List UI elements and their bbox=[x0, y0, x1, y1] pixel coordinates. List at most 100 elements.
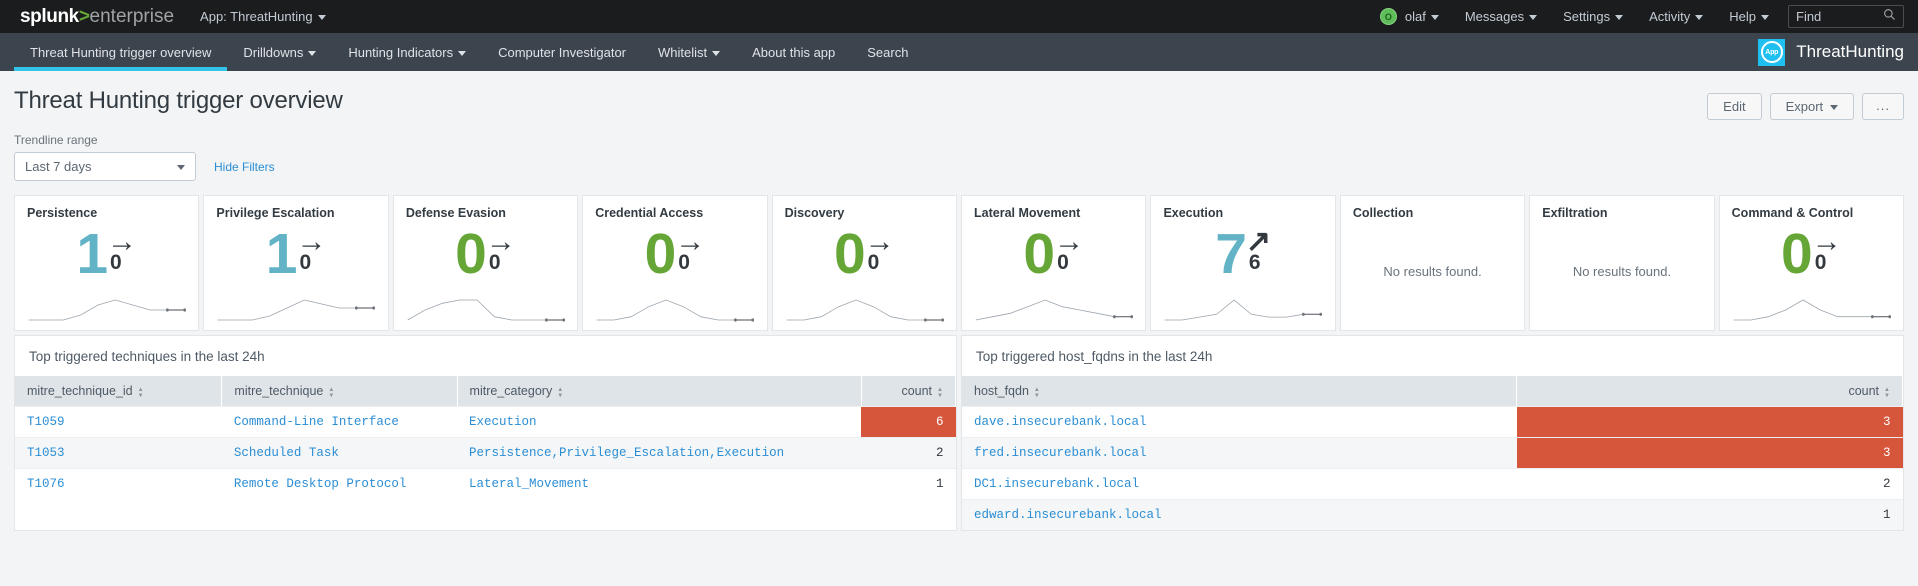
kpi-panel-privilege-escalation[interactable]: Privilege Escalation 1 → 0 bbox=[203, 195, 389, 331]
column-header-count[interactable]: count ▲ ▼ bbox=[1516, 376, 1903, 407]
kpi-body: 7 ↗ 6 bbox=[1163, 220, 1322, 296]
table-cell-mitre_category[interactable]: Persistence,Privilege_Escalation,Executi… bbox=[457, 437, 862, 469]
nav-item-hunting-indicators[interactable]: Hunting Indicators bbox=[332, 33, 482, 71]
kpi-trend-group: → 0 bbox=[1811, 225, 1842, 274]
settings-menu-label: Settings bbox=[1563, 9, 1611, 24]
table-row[interactable]: dave.insecurebank.local 3 bbox=[962, 406, 1903, 438]
trendline-range-value: Last 7 days bbox=[25, 159, 92, 174]
kpi-value: 0 bbox=[644, 222, 677, 286]
more-options-button[interactable]: ... bbox=[1862, 93, 1904, 120]
nav-item-search[interactable]: Search bbox=[851, 33, 924, 71]
table-row[interactable]: T1076 Remote Desktop Protocol Lateral_Move… bbox=[15, 468, 956, 499]
nav-item-computer-investigator[interactable]: Computer Investigator bbox=[482, 33, 642, 71]
messages-menu[interactable]: Messages bbox=[1452, 0, 1550, 33]
chevron-down-icon bbox=[1761, 15, 1769, 20]
column-header-mitre_technique_id[interactable]: mitre_technique_id ▲ ▼ bbox=[15, 376, 223, 407]
kpi-title: Privilege Escalation bbox=[216, 206, 335, 220]
table-cell-host_fqdn[interactable]: dave.insecurebank.local bbox=[962, 406, 1517, 438]
table-cell-host_fqdn[interactable]: DC1.insecurebank.local bbox=[962, 468, 1517, 500]
kpi-panel-defense-evasion[interactable]: Defense Evasion 0 → 0 bbox=[392, 195, 579, 331]
kpi-value: 0 bbox=[1781, 222, 1813, 286]
chevron-down-icon bbox=[308, 50, 317, 56]
kpi-panel-execution[interactable]: Execution 7 ↗ 6 bbox=[1150, 195, 1336, 331]
kpi-sparkline bbox=[974, 296, 1134, 322]
cell-text: Execution bbox=[469, 415, 537, 429]
table-row[interactable]: T1059 Command-Line Interface Execution 6 bbox=[15, 406, 956, 438]
table-row[interactable]: fred.insecurebank.local 3 bbox=[962, 437, 1903, 469]
table-row[interactable]: DC1.insecurebank.local 2 bbox=[962, 468, 1903, 500]
column-header-count[interactable]: count ▲ ▼ bbox=[861, 376, 957, 407]
table-cell-mitre_technique_id[interactable]: T1059 bbox=[15, 406, 222, 438]
kpi-value: 7 bbox=[1215, 222, 1247, 286]
table-cell-host_fqdn[interactable]: fred.insecurebank.local bbox=[962, 437, 1517, 469]
help-menu-label: Help bbox=[1729, 9, 1756, 24]
table-row[interactable]: T1053 Scheduled Task Persistence,Privilege… bbox=[15, 437, 956, 469]
chevron-down-icon bbox=[458, 50, 467, 56]
column-header-host_fqdn[interactable]: host_fqdn ▲ ▼ bbox=[962, 376, 1518, 407]
table-cell-host_fqdn[interactable]: edward.insecurebank.local bbox=[962, 499, 1517, 530]
nav-item-threat-hunting-trigger-overview[interactable]: Threat Hunting trigger overview bbox=[14, 33, 228, 71]
kpi-sparkline bbox=[216, 296, 376, 322]
kpi-panel-credential-access[interactable]: Credential Access 0 → 0 bbox=[582, 195, 768, 331]
kpi-panel-persistence[interactable]: Persistence 1 → 0 bbox=[14, 195, 200, 331]
trendline-range-select[interactable]: Last 7 days bbox=[14, 152, 196, 181]
nav-item-about-this-app[interactable]: About this app bbox=[736, 33, 851, 71]
arrow-right-icon: → bbox=[864, 225, 895, 258]
table-cell-count: 2 bbox=[861, 437, 956, 469]
find-input[interactable]: Find bbox=[1788, 5, 1904, 28]
activity-menu[interactable]: Activity bbox=[1636, 0, 1716, 33]
edit-button-label: Edit bbox=[1723, 99, 1746, 114]
cell-text: Remote Desktop Protocol bbox=[233, 477, 407, 491]
kpi-panel-lateral-movement[interactable]: Lateral Movement 0 → 0 bbox=[961, 195, 1147, 331]
settings-menu[interactable]: Settings bbox=[1550, 0, 1636, 33]
export-button[interactable]: Export bbox=[1769, 93, 1855, 120]
table-row[interactable]: edward.insecurebank.local 1 bbox=[962, 499, 1903, 530]
table-cell-mitre_technique[interactable]: Scheduled Task bbox=[221, 437, 458, 469]
kpi-panel-collection[interactable]: Collection No results found. bbox=[1339, 195, 1526, 331]
techniques-panel-title: Top triggered techniques in the last 24h bbox=[29, 349, 265, 364]
arrow-right-icon: → bbox=[296, 225, 327, 258]
hide-filters-link[interactable]: Hide Filters bbox=[214, 160, 275, 174]
cell-text: T1059 bbox=[27, 415, 65, 429]
table-cell-mitre_technique[interactable]: Command-Line Interface bbox=[221, 406, 458, 438]
table-cell-mitre_technique_id[interactable]: T1076 bbox=[15, 468, 222, 499]
nav-item-label: Hunting Indicators bbox=[348, 44, 454, 60]
sort-icon: ▲ ▼ bbox=[137, 386, 144, 399]
arrow-right-icon: → bbox=[1811, 225, 1842, 258]
filter-row: Last 7 days Hide Filters bbox=[14, 152, 1904, 181]
column-header-mitre_category[interactable]: mitre_category ▲ ▼ bbox=[457, 376, 862, 407]
column-header-label: host_fqdn bbox=[974, 384, 1029, 398]
nav-item-drilldowns[interactable]: Drilldowns bbox=[227, 33, 332, 71]
table-cell-mitre_category[interactable]: Lateral_Movement bbox=[457, 468, 862, 499]
column-header-label: count bbox=[901, 384, 933, 398]
kpi-title: Discovery bbox=[784, 206, 845, 220]
kpi-trend-group: → 0 bbox=[675, 225, 706, 274]
app-selector-menu[interactable]: App: ThreatHunting bbox=[200, 9, 326, 24]
kpi-title: Defense Evasion bbox=[405, 206, 506, 220]
help-menu[interactable]: Help bbox=[1716, 0, 1782, 33]
table-cell-mitre_technique_id[interactable]: T1053 bbox=[15, 437, 222, 469]
arrow-up-right-icon: ↗ bbox=[1245, 225, 1272, 258]
splunk-logo[interactable]: splunk > enterprise bbox=[20, 6, 174, 28]
kpi-panel-exfiltration[interactable]: Exfiltration No results found. bbox=[1529, 195, 1715, 331]
edit-button[interactable]: Edit bbox=[1707, 93, 1762, 120]
column-header-label: mitre_category bbox=[469, 384, 553, 398]
kpi-panel-command-control[interactable]: Command & Control 0 → 0 bbox=[1718, 195, 1905, 331]
kpi-body: 0 → 0 bbox=[785, 220, 944, 296]
kpi-body: No results found. bbox=[1353, 220, 1512, 322]
kpi-value-group: 1 → 0 bbox=[76, 226, 137, 283]
nav-item-label: Drilldowns bbox=[243, 44, 304, 60]
arrow-right-icon: → bbox=[675, 225, 706, 258]
column-header-mitre_technique[interactable]: mitre_technique ▲ ▼ bbox=[221, 376, 458, 407]
top-bar: splunk > enterprise App: ThreatHunting O o… bbox=[0, 0, 1918, 33]
table-cell-mitre_technique[interactable]: Remote Desktop Protocol bbox=[221, 468, 458, 499]
nav-item-whitelist[interactable]: Whitelist bbox=[642, 33, 736, 71]
kpi-delta-value: 0 bbox=[867, 251, 880, 274]
table-cell-mitre_category[interactable]: Execution bbox=[457, 406, 862, 438]
page-actions: Edit Export ... bbox=[1707, 87, 1904, 120]
user-menu[interactable]: O olaf bbox=[1367, 0, 1452, 33]
app-nav-bar: Threat Hunting trigger overview Drilldown… bbox=[0, 33, 1918, 71]
kpi-value: 1 bbox=[265, 222, 298, 286]
chevron-down-icon bbox=[177, 165, 185, 170]
kpi-panel-discovery[interactable]: Discovery 0 → 0 bbox=[771, 195, 958, 331]
